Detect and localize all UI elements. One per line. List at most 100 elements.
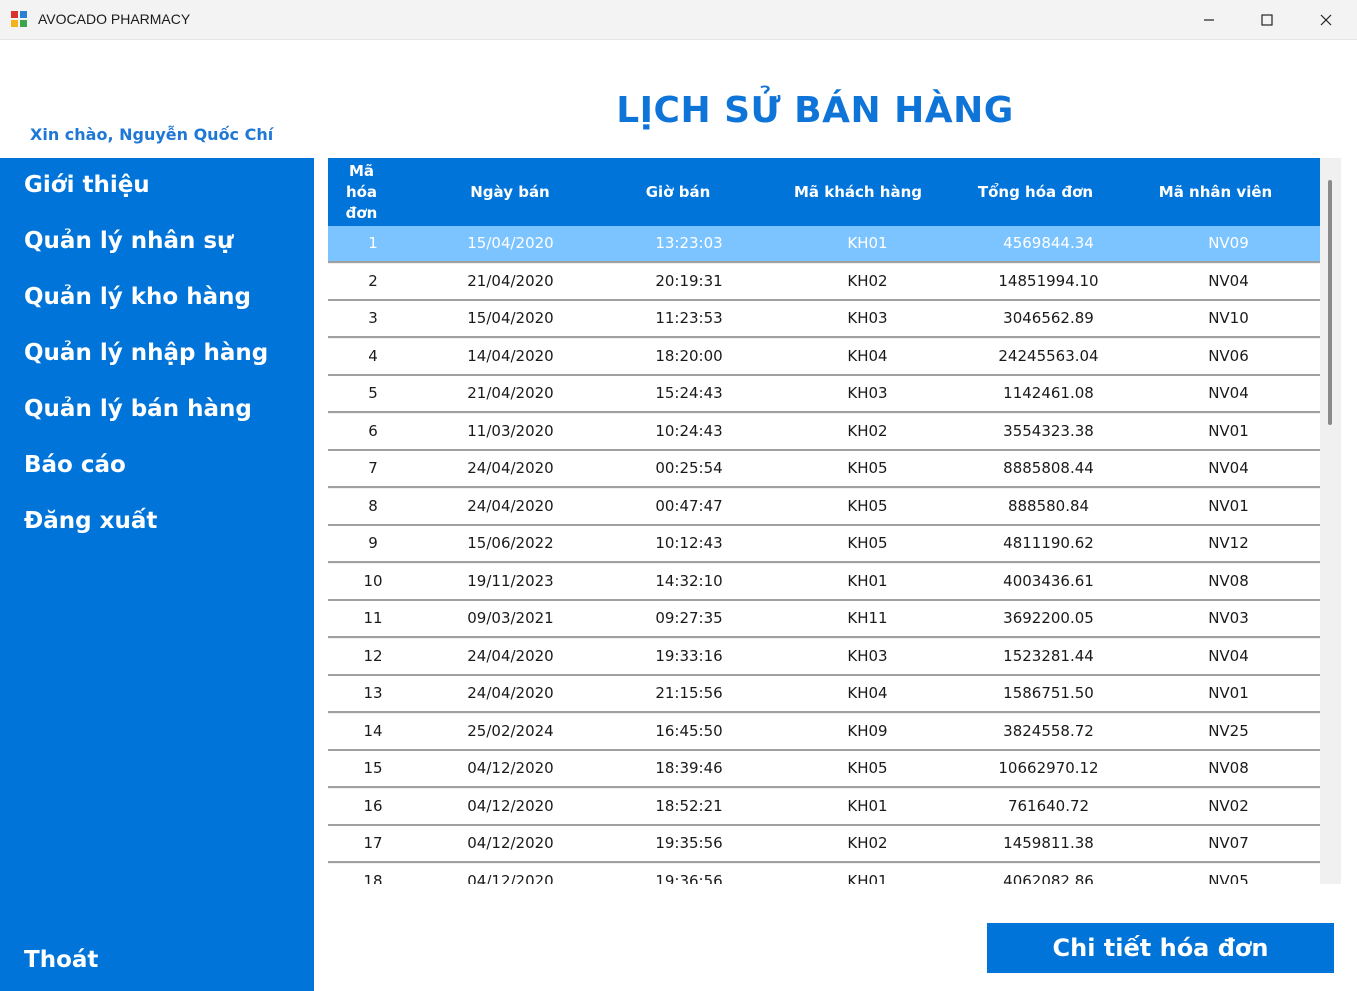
invoice-total-cell[interactable]: 888580.84 xyxy=(960,489,1137,524)
invoice-id-cell[interactable]: 13 xyxy=(328,676,418,711)
customer-id-cell[interactable]: KH09 xyxy=(775,714,960,749)
table-row[interactable]: 4 14/04/2020 18:20:00 KH04 24245563.04 NV06 xyxy=(328,338,1320,376)
table-row[interactable]: 3 15/04/2020 11:23:53 KH03 3046562.89 NV10 xyxy=(328,301,1320,338)
sale-date-cell[interactable]: 09/03/2021 xyxy=(418,601,603,636)
table-row[interactable]: 17 04/12/2020 19:35:56 KH02 1459811.38 NV07 xyxy=(328,826,1320,863)
sidebar-item-quan-ly-kho-hang[interactable]: Quản lý kho hàng xyxy=(24,284,251,310)
employee-id-cell[interactable]: NV12 xyxy=(1137,526,1320,561)
invoice-id-cell[interactable]: 8 xyxy=(328,489,418,524)
employee-id-cell[interactable]: NV09 xyxy=(1137,226,1320,261)
sale-date-cell[interactable]: 25/02/2024 xyxy=(418,714,603,749)
employee-id-cell[interactable]: NV01 xyxy=(1137,414,1320,449)
customer-id-cell[interactable]: KH05 xyxy=(775,751,960,786)
sale-date-cell[interactable]: 24/04/2020 xyxy=(418,489,603,524)
sale-date-cell[interactable]: 24/04/2020 xyxy=(418,451,603,486)
invoice-id-cell[interactable]: 14 xyxy=(328,714,418,749)
customer-id-cell[interactable]: KH02 xyxy=(775,414,960,449)
scrollbar-thumb[interactable] xyxy=(1328,180,1332,425)
sales-history-grid[interactable]: Mã hóa đơn Ngày bán Giờ bán Mã khách hàn… xyxy=(328,158,1341,884)
customer-id-cell[interactable]: KH02 xyxy=(775,826,960,861)
sale-time-cell[interactable]: 18:39:46 xyxy=(603,751,775,786)
sale-time-cell[interactable]: 13:23:03 xyxy=(603,226,775,261)
sale-date-cell[interactable]: 04/12/2020 xyxy=(418,826,603,861)
sale-date-cell[interactable]: 19/11/2023 xyxy=(418,564,603,599)
sale-time-cell[interactable]: 19:35:56 xyxy=(603,826,775,861)
sale-time-cell[interactable]: 10:24:43 xyxy=(603,414,775,449)
sale-time-cell[interactable]: 00:47:47 xyxy=(603,489,775,524)
invoice-total-cell[interactable]: 3554323.38 xyxy=(960,414,1137,449)
column-header-invoice-id[interactable]: Mã hóa đơn xyxy=(328,158,395,226)
invoice-id-cell[interactable]: 11 xyxy=(328,601,418,636)
invoice-total-cell[interactable]: 4062082.86 xyxy=(960,864,1137,885)
sale-date-cell[interactable]: 15/04/2020 xyxy=(418,301,603,336)
employee-id-cell[interactable]: NV04 xyxy=(1137,639,1320,674)
invoice-id-cell[interactable]: 6 xyxy=(328,414,418,449)
sale-time-cell[interactable]: 10:12:43 xyxy=(603,526,775,561)
table-row[interactable]: 12 24/04/2020 19:33:16 KH03 1523281.44 NV04 xyxy=(328,638,1320,676)
sale-date-cell[interactable]: 04/12/2020 xyxy=(418,864,603,885)
employee-id-cell[interactable]: NV01 xyxy=(1137,489,1320,524)
invoice-total-cell[interactable]: 761640.72 xyxy=(960,789,1137,824)
invoice-id-cell[interactable]: 10 xyxy=(328,564,418,599)
invoice-total-cell[interactable]: 4811190.62 xyxy=(960,526,1137,561)
employee-id-cell[interactable]: NV03 xyxy=(1137,601,1320,636)
sale-date-cell[interactable]: 11/03/2020 xyxy=(418,414,603,449)
employee-id-cell[interactable]: NV08 xyxy=(1137,564,1320,599)
customer-id-cell[interactable]: KH05 xyxy=(775,489,960,524)
sale-time-cell[interactable]: 09:27:35 xyxy=(603,601,775,636)
sale-time-cell[interactable]: 11:23:53 xyxy=(603,301,775,336)
column-header-employee-id[interactable]: Mã nhân viên xyxy=(1128,158,1303,226)
invoice-id-cell[interactable]: 5 xyxy=(328,376,418,411)
employee-id-cell[interactable]: NV10 xyxy=(1137,301,1320,336)
invoice-id-cell[interactable]: 1 xyxy=(328,226,418,261)
sale-time-cell[interactable]: 15:24:43 xyxy=(603,376,775,411)
invoice-total-cell[interactable]: 4569844.34 xyxy=(960,226,1137,261)
invoice-total-cell[interactable]: 24245563.04 xyxy=(960,339,1137,374)
invoice-total-cell[interactable]: 4003436.61 xyxy=(960,564,1137,599)
sale-time-cell[interactable]: 18:52:21 xyxy=(603,789,775,824)
invoice-total-cell[interactable]: 3824558.72 xyxy=(960,714,1137,749)
employee-id-cell[interactable]: NV06 xyxy=(1137,339,1320,374)
maximize-button[interactable] xyxy=(1238,0,1296,39)
exit-button[interactable]: Thoát xyxy=(24,947,98,973)
table-row[interactable]: 8 24/04/2020 00:47:47 KH05 888580.84 NV01 xyxy=(328,488,1320,526)
customer-id-cell[interactable]: KH04 xyxy=(775,676,960,711)
table-row[interactable]: 2 21/04/2020 20:19:31 KH02 14851994.10 NV04 xyxy=(328,263,1320,301)
invoice-total-cell[interactable]: 1459811.38 xyxy=(960,826,1137,861)
sale-date-cell[interactable]: 24/04/2020 xyxy=(418,676,603,711)
sale-time-cell[interactable]: 16:45:50 xyxy=(603,714,775,749)
table-row[interactable]: 11 09/03/2021 09:27:35 KH11 3692200.05 NV03 xyxy=(328,601,1320,638)
column-header-customer-id[interactable]: Mã khách hàng xyxy=(773,158,943,226)
invoice-id-cell[interactable]: 7 xyxy=(328,451,418,486)
invoice-total-cell[interactable]: 10662970.12 xyxy=(960,751,1137,786)
invoice-total-cell[interactable]: 1142461.08 xyxy=(960,376,1137,411)
sale-time-cell[interactable]: 20:19:31 xyxy=(603,264,775,299)
customer-id-cell[interactable]: KH04 xyxy=(775,339,960,374)
sale-date-cell[interactable]: 21/04/2020 xyxy=(418,376,603,411)
customer-id-cell[interactable]: KH11 xyxy=(775,601,960,636)
employee-id-cell[interactable]: NV25 xyxy=(1137,714,1320,749)
customer-id-cell[interactable]: KH03 xyxy=(775,639,960,674)
sale-time-cell[interactable]: 14:32:10 xyxy=(603,564,775,599)
table-row[interactable]: 14 25/02/2024 16:45:50 KH09 3824558.72 NV25 xyxy=(328,713,1320,751)
invoice-detail-button[interactable]: Chi tiết hóa đơn xyxy=(987,923,1334,973)
minimize-button[interactable] xyxy=(1180,0,1238,39)
employee-id-cell[interactable]: NV04 xyxy=(1137,376,1320,411)
table-row[interactable]: 18 04/12/2020 19:36:56 KH01 4062082.86 NV05 xyxy=(328,863,1320,885)
employee-id-cell[interactable]: NV02 xyxy=(1137,789,1320,824)
invoice-id-cell[interactable]: 16 xyxy=(328,789,418,824)
customer-id-cell[interactable]: KH01 xyxy=(775,226,960,261)
column-header-sale-time[interactable]: Giờ bán xyxy=(583,158,773,226)
column-header-invoice-total[interactable]: Tổng hóa đơn xyxy=(943,158,1128,226)
table-row[interactable]: 15 04/12/2020 18:39:46 KH05 10662970.12 NV08 xyxy=(328,751,1320,788)
invoice-total-cell[interactable]: 1523281.44 xyxy=(960,639,1137,674)
sale-date-cell[interactable]: 15/04/2020 xyxy=(418,226,603,261)
table-row[interactable]: 6 11/03/2020 10:24:43 KH02 3554323.38 NV01 xyxy=(328,413,1320,451)
table-row[interactable]: 1 15/04/2020 13:23:03 KH01 4569844.34 NV09 xyxy=(328,226,1320,263)
sale-date-cell[interactable]: 04/12/2020 xyxy=(418,789,603,824)
sidebar-item-quan-ly-ban-hang[interactable]: Quản lý bán hàng xyxy=(24,396,252,422)
customer-id-cell[interactable]: KH05 xyxy=(775,526,960,561)
invoice-total-cell[interactable]: 3046562.89 xyxy=(960,301,1137,336)
invoice-id-cell[interactable]: 2 xyxy=(328,264,418,299)
customer-id-cell[interactable]: KH01 xyxy=(775,789,960,824)
